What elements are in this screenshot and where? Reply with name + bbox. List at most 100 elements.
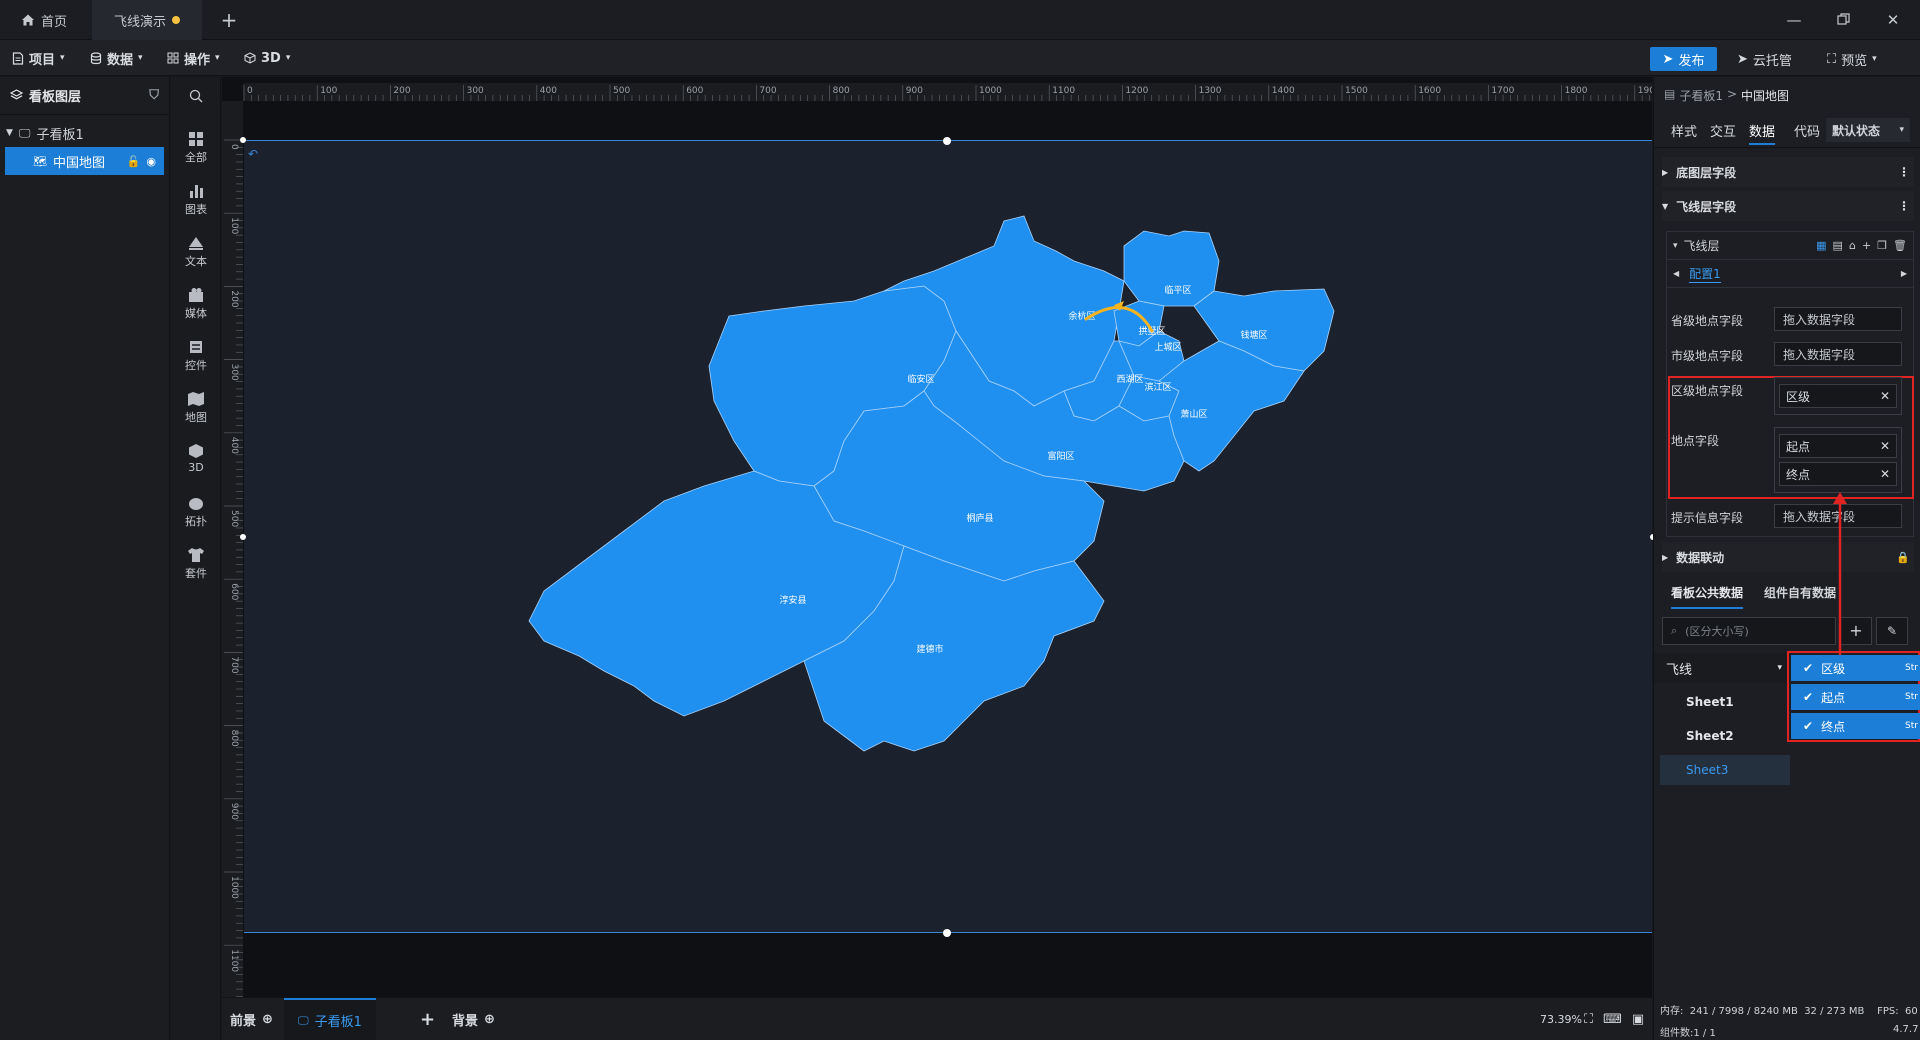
sheet-item-label: Sheet1	[1686, 695, 1734, 709]
restore-button[interactable]	[1830, 8, 1856, 32]
sheet-item[interactable]: Sheet2	[1660, 721, 1790, 751]
grid-icon	[167, 52, 179, 64]
layers-title: 看板图层	[29, 90, 82, 105]
tab-style[interactable]: 样式	[1671, 121, 1697, 145]
end-point-chip[interactable]: 终点 ✕	[1779, 462, 1897, 486]
close-icon[interactable]: ✕	[1880, 467, 1890, 481]
publish-label: 发布	[1678, 53, 1705, 69]
more-vertical-icon[interactable]: ⋮	[1898, 199, 1910, 213]
comp-3d[interactable]: 3D	[171, 443, 221, 474]
table-icon[interactable]: ▤	[1833, 239, 1843, 252]
eye-icon[interactable]: ◉	[146, 155, 156, 168]
tab-code[interactable]: 代码	[1794, 121, 1820, 145]
data-search-input[interactable]: ⌕ (区分大小写)	[1662, 617, 1836, 645]
add-circle-icon[interactable]: ⊕	[484, 1012, 495, 1027]
sheet-item[interactable]: Sheet1	[1660, 687, 1790, 717]
caret-left-icon[interactable]: ◀	[1673, 269, 1679, 278]
field-option-end-label: 终点	[1821, 719, 1846, 734]
comp-text[interactable]: 文本	[171, 235, 221, 269]
stamp-icon[interactable]: ⌂	[1849, 239, 1856, 252]
dataset-flyline-label: 飞线	[1666, 662, 1693, 678]
board-tab-label: 子看板1	[314, 1015, 362, 1030]
city-field-label: 市级地点字段	[1671, 349, 1744, 363]
tab-flyline-demo[interactable]: 飞线演示	[92, 0, 202, 40]
comp-topology[interactable]: 拓扑	[171, 495, 221, 529]
foreground-tab[interactable]: 前景 ⊕	[230, 998, 273, 1040]
fit-screen-icon[interactable]: ⛶	[1584, 1012, 1593, 1027]
filter-icon[interactable]: ⛉	[149, 88, 159, 103]
cloud-hosting-button[interactable]: ➤ 云托管	[1737, 47, 1792, 71]
menu-operate[interactable]: 操作 ▾	[167, 40, 220, 76]
start-point-chip[interactable]: 起点 ✕	[1779, 434, 1897, 458]
plus-icon[interactable]: +	[1862, 239, 1871, 252]
province-field-dropzone[interactable]: 拖入数据字段	[1774, 307, 1902, 331]
tab-interaction[interactable]: 交互	[1710, 121, 1736, 145]
dataset-flyline[interactable]: 飞线 ▾	[1654, 653, 1790, 683]
text-icon	[189, 237, 203, 250]
annotation-arrow	[1833, 492, 1847, 655]
menu-data[interactable]: 数据 ▾	[90, 40, 143, 76]
tab-board-public-data[interactable]: 看板公共数据	[1671, 584, 1744, 609]
close-window-button[interactable]: ✕	[1880, 8, 1906, 32]
unlock-icon[interactable]: 🔓	[127, 155, 141, 168]
menu-project[interactable]: 项目 ▾	[12, 40, 65, 76]
comp-map[interactable]: 地图	[171, 391, 221, 425]
board-canvas[interactable]: ↶ 临平区 余杭区 拱墅区 上城区 钱塘区 临安区 西湖区 滨江区 萧山区 富阳…	[240, 137, 1656, 937]
field-option-district[interactable]: ✔ 区级 Str	[1791, 655, 1920, 681]
hangzhou-map[interactable]: 临平区 余杭区 拱墅区 上城区 钱塘区 临安区 西湖区 滨江区 萧山区 富阳区 …	[244, 141, 1652, 934]
canvas-bottom-bar: 前景 ⊕ 🖵 子看板1 + 背景 ⊕ 73.39% ⛶ ⌨ ▣	[222, 997, 1652, 1040]
state-select[interactable]: 默认状态 ▾	[1826, 118, 1910, 142]
background-tab[interactable]: 背景 ⊕	[452, 998, 495, 1040]
minimize-button[interactable]: —	[1781, 8, 1807, 32]
new-tab-button[interactable]: +	[214, 0, 244, 40]
search-component-button[interactable]	[171, 89, 221, 106]
comp-controls[interactable]: 控件	[171, 339, 221, 373]
chevron-down-icon: ▾	[60, 53, 65, 63]
city-field-dropzone[interactable]: 拖入数据字段	[1774, 342, 1902, 366]
tree-map-item[interactable]: 🗺 中国地图 🔓 ◉	[5, 147, 164, 175]
lock-icon[interactable]: 🔒	[1896, 551, 1910, 564]
field-option-start[interactable]: ✔ 起点 Str	[1791, 684, 1920, 710]
layout-icon[interactable]: ▦	[1816, 239, 1826, 252]
comp-suite[interactable]: 套件	[171, 547, 221, 581]
preview-button[interactable]: ⛶ 预览 ▾	[1827, 47, 1877, 71]
comp-all[interactable]: 全部	[171, 131, 221, 165]
add-circle-icon[interactable]: ⊕	[262, 1012, 273, 1027]
menu-bar: 项目 ▾ 数据 ▾ 操作 ▾ 3D ▾ ➤ 发布 ➤ 云托管 ⛶ 预览 ▾	[0, 40, 1920, 76]
close-icon[interactable]: ✕	[1880, 389, 1890, 403]
tree-board-item[interactable]: ▼ 🖵 子看板1	[0, 119, 169, 147]
add-board-button[interactable]: +	[420, 998, 435, 1040]
section-base-fields[interactable]: ▶ 底图层字段 ⋮	[1662, 157, 1914, 187]
copy-icon[interactable]: ❐	[1877, 239, 1887, 252]
tab-home[interactable]: 首页	[0, 0, 88, 40]
chevron-down-icon: ▾	[1872, 54, 1877, 64]
section-data-link[interactable]: ▶ 数据联动 🔒	[1662, 542, 1914, 572]
trash-icon[interactable]: 🗑	[1893, 239, 1907, 252]
terminal-icon[interactable]: ▣	[1632, 1012, 1644, 1027]
keyboard-icon[interactable]: ⌨	[1603, 1012, 1622, 1027]
comp-media[interactable]: 媒体	[171, 287, 221, 321]
tab-component-data[interactable]: 组件自有数据	[1764, 584, 1836, 601]
caret-down-icon[interactable]: ▼	[6, 128, 13, 138]
field-option-end[interactable]: ✔ 终点 Str	[1791, 713, 1920, 739]
tab-data[interactable]: 数据	[1749, 121, 1776, 145]
sheet-item-selected[interactable]: Sheet3	[1660, 755, 1790, 785]
comp-chart[interactable]: 图表	[171, 183, 221, 217]
section-flyline-fields[interactable]: ▼ 飞线层字段 ⋮	[1662, 191, 1914, 221]
zoom-level[interactable]: 73.39%	[1540, 998, 1582, 1040]
city-field-placeholder: 拖入数据字段	[1783, 347, 1856, 362]
config-tab-1[interactable]: 配置1	[1689, 265, 1721, 283]
flyline-layer-header[interactable]: ▾ 飞线层 ▦ ▤ ⌂ + ❐ 🗑	[1667, 232, 1913, 260]
flyline-layer-name: 飞线层	[1683, 239, 1720, 253]
tree-board-label: 子看板1	[36, 127, 84, 143]
caret-right-icon[interactable]: ▶	[1901, 269, 1907, 278]
more-vertical-icon[interactable]: ⋮	[1898, 165, 1910, 179]
board-tab[interactable]: 🖵 子看板1	[284, 998, 376, 1040]
publish-button[interactable]: ➤ 发布	[1650, 47, 1717, 71]
menu-3d[interactable]: 3D ▾	[244, 40, 290, 76]
ruler-top: 0 100 200 300 400 500 600 700 800 900 1000 1100 1200…	[243, 83, 1702, 101]
district-chip[interactable]: 区级 ✕	[1779, 384, 1897, 408]
breadcrumb-parent[interactable]: 子看板1	[1679, 87, 1723, 104]
edit-dataset-button[interactable]: ✎	[1876, 617, 1908, 645]
close-icon[interactable]: ✕	[1880, 439, 1890, 453]
